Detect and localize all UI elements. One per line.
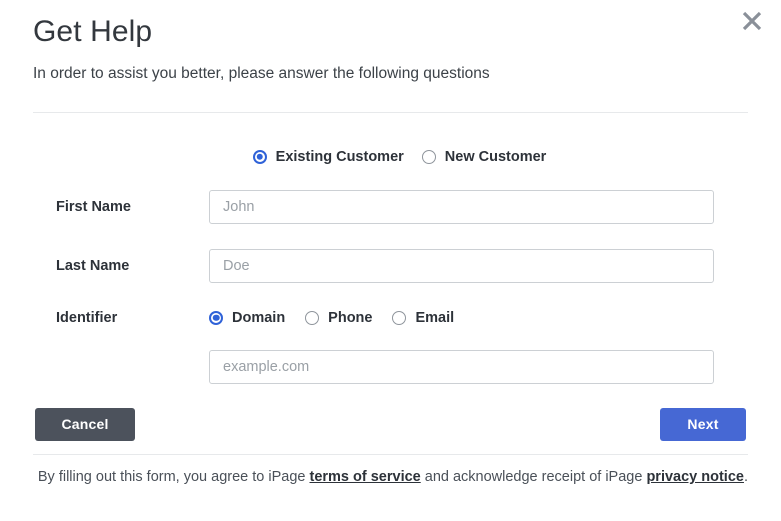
- last-name-row: Last Name: [33, 248, 748, 283]
- identifier-row: Identifier Domain Phone Email: [33, 310, 748, 326]
- identifier-input[interactable]: [209, 349, 714, 384]
- page-title: Get Help: [33, 15, 153, 48]
- cancel-button[interactable]: Cancel: [35, 407, 135, 441]
- radio-domain-label: Domain: [232, 309, 286, 326]
- radio-new-customer-mark: [421, 149, 436, 164]
- radio-domain[interactable]: Domain: [209, 310, 285, 326]
- get-help-form: Existing Customer New Customer First Nam…: [0, 113, 781, 384]
- footer-divider: [33, 453, 748, 455]
- dialog-actions: Cancel Next: [0, 407, 781, 441]
- privacy-notice-link[interactable]: privacy notice: [646, 469, 744, 485]
- radio-email-mark: [392, 310, 407, 325]
- radio-phone[interactable]: Phone: [305, 310, 372, 326]
- radio-existing-customer-label: Existing Customer: [275, 148, 404, 165]
- identifier-label: Identifier: [56, 309, 118, 326]
- first-name-label: First Name: [56, 198, 131, 215]
- first-name-row: First Name: [33, 189, 748, 224]
- footer-text-before: By filling out this form, you agree to i…: [37, 468, 310, 485]
- dialog-header: Get Help In order to assist you better, …: [0, 0, 781, 85]
- footer-legal-text: By filling out this form, you agree to i…: [0, 467, 781, 487]
- footer-text-after: .: [743, 468, 748, 485]
- radio-phone-mark: [305, 310, 320, 325]
- radio-existing-customer[interactable]: Existing Customer: [252, 148, 404, 165]
- radio-new-customer-label: New Customer: [444, 148, 547, 165]
- close-icon-glyph: [742, 11, 762, 31]
- radio-email-label: Email: [415, 309, 455, 326]
- terms-of-service-link[interactable]: terms of service: [310, 469, 421, 485]
- radio-email[interactable]: Email: [392, 310, 454, 326]
- get-help-dialog: Get Help In order to assist you better, …: [0, 0, 781, 521]
- dialog-subtitle: In order to assist you better, please an…: [33, 65, 490, 82]
- close-icon[interactable]: [735, 4, 769, 38]
- radio-existing-customer-mark: [252, 149, 267, 164]
- next-button[interactable]: Next: [660, 407, 746, 441]
- radio-domain-mark: [209, 310, 223, 325]
- identifier-radio-group: Domain Phone Email: [209, 310, 454, 326]
- radio-phone-label: Phone: [328, 309, 373, 326]
- first-name-input[interactable]: [209, 189, 714, 224]
- customer-type-radio-group: Existing Customer New Customer: [33, 113, 748, 165]
- footer-text-middle: and acknowledge receipt of iPage: [420, 468, 647, 485]
- identifier-value-row: [33, 349, 748, 384]
- radio-new-customer[interactable]: New Customer: [421, 148, 547, 165]
- last-name-label: Last Name: [56, 257, 130, 274]
- last-name-input[interactable]: [209, 248, 714, 283]
